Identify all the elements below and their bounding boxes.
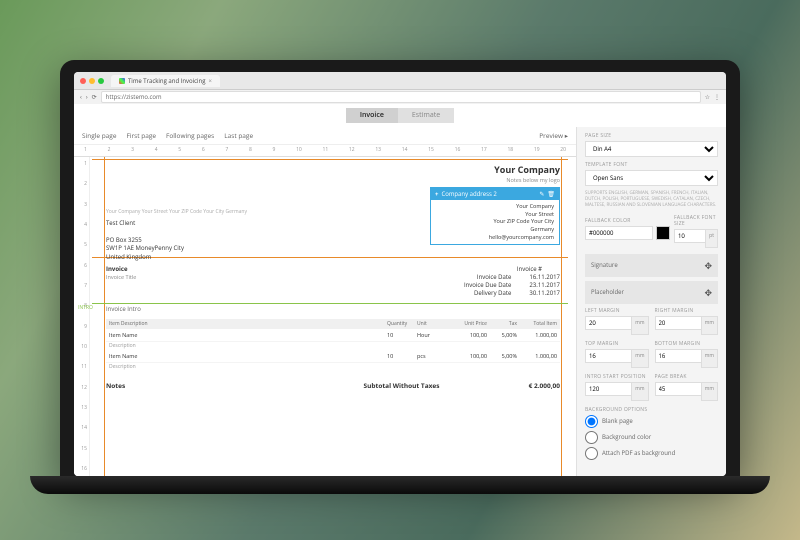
signature-drag[interactable]: Signature✥ [585, 254, 718, 277]
totals-row: Notes Subtotal Without Taxes € 2.000,00 [106, 381, 560, 390]
tab-last-page[interactable]: Last page [224, 131, 253, 140]
fallback-font-size-label: FALLBACK FONT SIZE [674, 215, 718, 227]
ruler-left: 12345678910111213141516 [74, 157, 90, 476]
document-canvas[interactable]: Your Company Notes below my logo + Compa… [92, 157, 568, 476]
tab-invoice[interactable]: Invoice [346, 108, 398, 123]
subtotal-value: € 2.000,00 [500, 381, 560, 390]
ruler-top: 1234567891011121314151617181920 [74, 147, 576, 157]
bottom-margin-input[interactable] [655, 349, 701, 363]
tab-title: Time Tracking and Invoicing [128, 77, 205, 85]
table-row[interactable]: Item Name10Hour100,005,00%1.000,00 [106, 329, 560, 342]
table-row[interactable]: Item Name10pcs100,005,00%1.000,00 [106, 350, 560, 363]
address-block-header: + Company address 2 ✎ 🗑 [431, 188, 559, 200]
document-type-tabs: Invoice Estimate [74, 104, 726, 127]
grip-icon: ✥ [704, 286, 712, 299]
intro-position-input[interactable] [585, 382, 631, 396]
invoice-meta: Invoice #Invoice Date16.11.2017Invoice D… [464, 265, 560, 297]
app: Invoice Estimate Single page First page … [74, 104, 726, 476]
back-icon[interactable]: ‹ [80, 93, 82, 101]
line-items-table[interactable]: Item Description Quantity Unit Unit Pric… [106, 319, 560, 371]
fallback-color-label: FALLBACK COLOR [585, 218, 670, 224]
client-address[interactable]: Test Client PO Box 3255SW1P 1AE MoneyPen… [106, 219, 184, 261]
font-help-text: SUPPORTS ENGLISH, GERMAN, SPANISH, FRENC… [585, 191, 718, 209]
tab-estimate[interactable]: Estimate [398, 108, 454, 123]
top-margin-input[interactable] [585, 349, 631, 363]
address-bar-row: ‹ › ⟳ https://zistemo.com ☆ ⋮ [74, 90, 726, 104]
workspace: Single page First page Following pages L… [74, 127, 726, 476]
bg-pdf-option[interactable]: Attach PDF as background [585, 447, 718, 460]
company-header[interactable]: Your Company Notes below my logo [494, 163, 560, 184]
guide-vertical[interactable] [104, 157, 105, 476]
plus-icon[interactable]: + [435, 190, 438, 198]
page-size-label: PAGE SIZE [585, 133, 718, 139]
tab-single-page[interactable]: Single page [82, 131, 116, 140]
address-block-body: Your CompanyYour StreetYour ZIP Code You… [431, 200, 559, 244]
screen: Time Tracking and Invoicing × ‹ › ⟳ http… [74, 72, 726, 476]
intro-marker: INTRO [78, 305, 93, 311]
background-options-label: BACKGROUND OPTIONS [585, 407, 718, 413]
template-font-select[interactable]: Open Sans [585, 170, 718, 186]
tab-first-page[interactable]: First page [126, 131, 156, 140]
bg-blank-option[interactable]: Blank page [585, 415, 718, 428]
browser-tab[interactable]: Time Tracking and Invoicing × [111, 75, 220, 87]
laptop-frame: Time Tracking and Invoicing × ‹ › ⟳ http… [60, 60, 740, 480]
fallback-color-input[interactable] [585, 226, 653, 240]
page-tabs: Single page First page Following pages L… [74, 127, 576, 145]
minimize-window-icon[interactable] [89, 78, 95, 84]
table-header: Item Description Quantity Unit Unit Pric… [106, 319, 560, 329]
notes-label[interactable]: Notes [106, 381, 303, 390]
close-window-icon[interactable] [80, 78, 86, 84]
tab-close-icon[interactable]: × [208, 77, 211, 85]
edit-icon[interactable]: ✎ [539, 190, 544, 198]
page-break-input[interactable] [655, 382, 701, 396]
guide-horizontal[interactable] [92, 159, 568, 160]
company-address-block[interactable]: + Company address 2 ✎ 🗑 Your CompanyYour… [430, 187, 560, 245]
right-margin-input[interactable] [655, 316, 701, 330]
sender-line[interactable]: Your Company Your Street Your ZIP Code Y… [106, 209, 247, 215]
subtotal-label: Subtotal Without Taxes [303, 381, 500, 390]
grip-icon: ✥ [704, 259, 712, 272]
invoice-header[interactable]: Invoice Invoice Title Invoice #Invoice D… [106, 265, 560, 297]
invoice-title: Invoice Title [106, 273, 136, 281]
preview-button[interactable]: Preview ▸ [539, 131, 568, 140]
page-size-select[interactable]: Din A4 [585, 141, 718, 157]
placeholder-drag[interactable]: Placeholder✥ [585, 281, 718, 304]
color-swatch[interactable] [656, 226, 670, 240]
guide-intro[interactable] [92, 303, 568, 304]
menu-icon[interactable]: ⋮ [714, 93, 720, 101]
favicon-icon [119, 78, 125, 84]
tab-following-pages[interactable]: Following pages [166, 131, 214, 140]
invoice-label: Invoice [106, 265, 136, 273]
company-name: Your Company [494, 163, 560, 176]
template-font-label: TEMPLATE FONT [585, 162, 718, 168]
delete-icon[interactable]: 🗑 [547, 190, 555, 198]
star-icon[interactable]: ☆ [705, 93, 710, 101]
guide-vertical[interactable] [561, 157, 562, 476]
browser-chrome: Time Tracking and Invoicing × [74, 72, 726, 90]
url-input[interactable]: https://zistemo.com [101, 91, 701, 103]
address-block-title: Company address 2 [441, 190, 496, 198]
canvas-area: Single page First page Following pages L… [74, 127, 576, 476]
forward-icon[interactable]: › [86, 93, 88, 101]
company-subtext: Notes below my logo [494, 176, 560, 184]
sidebar: PAGE SIZE Din A4 TEMPLATE FONT Open Sans… [576, 127, 726, 476]
fallback-font-size-input[interactable] [674, 229, 705, 243]
invoice-intro[interactable]: Invoice Intro [106, 305, 141, 313]
reload-icon[interactable]: ⟳ [92, 93, 97, 101]
maximize-window-icon[interactable] [98, 78, 104, 84]
left-margin-input[interactable] [585, 316, 631, 330]
bg-color-option[interactable]: Background color [585, 431, 718, 444]
